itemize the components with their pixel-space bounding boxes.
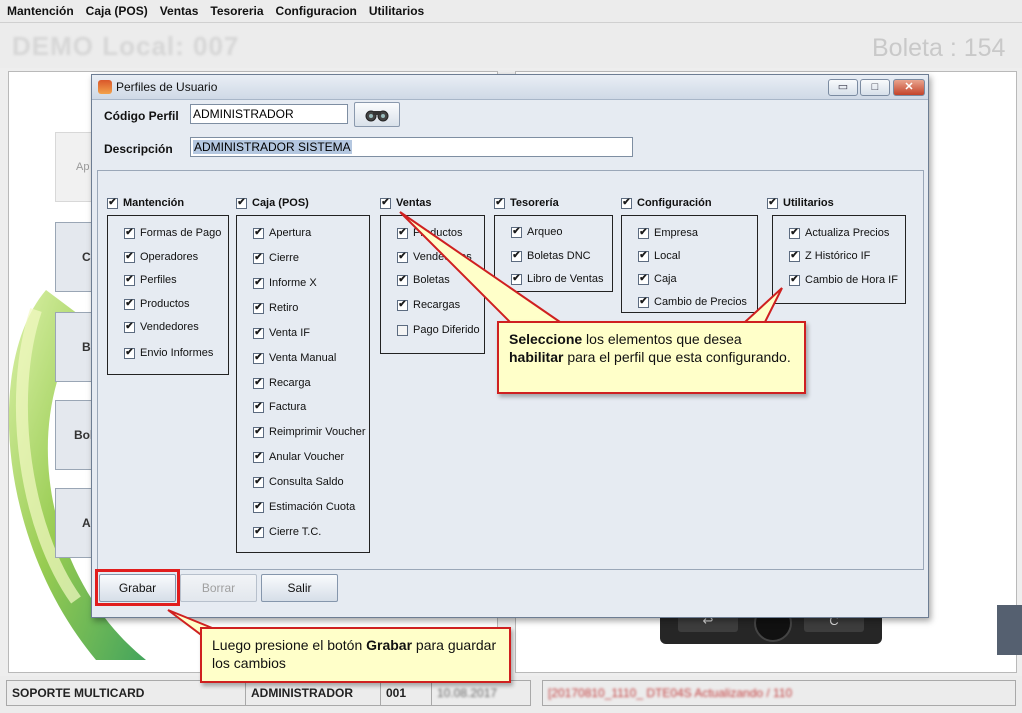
- item-reimprimir-voucher[interactable]: ✔ Reimprimir Voucher: [253, 426, 366, 438]
- codigo-perfil-input[interactable]: ADMINISTRADOR: [190, 104, 348, 124]
- binoculars-icon: [365, 110, 389, 121]
- descripcion-input[interactable]: ADMINISTRADOR SISTEMA: [190, 137, 633, 157]
- main-menubar: Mantención Caja (POS) Ventas Tesoreria C…: [0, 0, 1022, 23]
- item-z-historico-if[interactable]: ✔ Z Histórico IF: [789, 250, 870, 262]
- item-vendedores[interactable]: ✔ Vendedores: [124, 321, 199, 333]
- status-terminal: 001: [380, 680, 432, 706]
- item-pago-diferido[interactable]: Pago Diferido: [397, 324, 480, 336]
- group-tesoreria-box: ✔ Arqueo ✔ Boletas DNC ✔ Libro de Ventas: [494, 215, 613, 292]
- item-consulta-saldo[interactable]: ✔ Consulta Saldo: [253, 476, 344, 488]
- item-estimacion-cuota[interactable]: ✔ Estimación Cuota: [253, 501, 355, 513]
- java-icon: [98, 80, 112, 94]
- group-tesoreria-header[interactable]: ✔ Tesorería: [494, 197, 559, 209]
- dialog-title: Perfiles de Usuario: [116, 80, 218, 94]
- descripcion-value: ADMINISTRADOR SISTEMA: [193, 140, 352, 154]
- item-boletas-dnc[interactable]: ✔ Boletas DNC: [511, 250, 591, 262]
- codigo-perfil-label: Código Perfil: [104, 109, 179, 123]
- item-formas-de-pago[interactable]: ✔ Formas de Pago: [124, 227, 221, 239]
- item-boletas[interactable]: ✔ Boletas: [397, 274, 450, 286]
- group-mantencion-box: ✔ Formas de Pago ✔ Operadores ✔ Perfiles ✔ P…: [107, 215, 229, 375]
- side-button-3[interactable]: Bo: [55, 312, 98, 382]
- item-arqueo[interactable]: ✔ Arqueo: [511, 226, 562, 238]
- group-configuracion-header[interactable]: ✔ Configuración: [621, 197, 712, 209]
- grabar-highlight-frame: [95, 569, 180, 606]
- item-envio-informes[interactable]: ✔ Envio Informes: [124, 347, 213, 359]
- status-message-text: [20170810_1110_ DTE04S Actualizando / 11…: [548, 686, 793, 700]
- item-recargas[interactable]: ✔ Recargas: [397, 299, 460, 311]
- search-profile-button[interactable]: [354, 102, 400, 127]
- local-title: DEMO Local: 007: [12, 31, 240, 61]
- menu-ventas[interactable]: Ventas: [154, 4, 205, 18]
- item-empresa[interactable]: ✔ Empresa: [638, 227, 698, 239]
- group-caja-header[interactable]: ✔ Caja (POS): [236, 197, 309, 209]
- borrar-button[interactable]: Borrar: [180, 574, 257, 602]
- status-date-text: 10.08.2017: [437, 686, 498, 700]
- side-button-5[interactable]: Ac: [55, 488, 97, 558]
- menu-utilitarios[interactable]: Utilitarios: [363, 4, 430, 18]
- dialog-titlebar[interactable]: Perfiles de Usuario ▭ □ ✕: [92, 75, 928, 100]
- item-productos-ventas[interactable]: ✔ Productos: [397, 227, 463, 239]
- item-libro-de-ventas[interactable]: ✔ Libro de Ventas: [511, 273, 603, 285]
- item-retiro[interactable]: ✔ Retiro: [253, 302, 298, 314]
- item-local[interactable]: ✔ Local: [638, 250, 680, 262]
- checkbox-icon[interactable]: ✔: [107, 197, 118, 209]
- group-caja-box: ✔ Apertura ✔ Cierre ✔ Informe X ✔ Retiro ✔ Ve…: [236, 215, 370, 553]
- minimize-button[interactable]: ▭: [828, 79, 858, 96]
- status-date: 10.08.2017: [431, 680, 531, 706]
- group-utilitarios-box: ✔ Actualiza Precios ✔ Z Histórico IF ✔ Camb…: [772, 215, 906, 304]
- salir-button[interactable]: Salir: [261, 574, 338, 602]
- item-actualiza-precios[interactable]: ✔ Actualiza Precios: [789, 227, 889, 239]
- close-button[interactable]: ✕: [893, 79, 925, 96]
- item-cambio-de-precios[interactable]: ✔ Cambio de Precios: [638, 296, 747, 308]
- item-cierre[interactable]: ✔ Cierre: [253, 252, 299, 264]
- item-operadores[interactable]: ✔ Operadores: [124, 251, 198, 263]
- menu-mantencion[interactable]: Mantención: [0, 4, 80, 18]
- menu-caja-pos[interactable]: Caja (POS): [80, 4, 154, 18]
- item-caja[interactable]: ✔ Caja: [638, 273, 677, 285]
- item-venta-if[interactable]: ✔ Venta IF: [253, 327, 310, 339]
- callout-press-grabar: Luego presione el botón Grabar para guar…: [200, 627, 511, 683]
- background-edge-block: [997, 605, 1022, 655]
- codigo-perfil-value: ADMINISTRADOR: [193, 107, 294, 121]
- group-ventas-box: ✔ Productos ✔ Vendedores ✔ Boletas ✔ Recarga…: [380, 215, 485, 354]
- status-company: SOPORTE MULTICARD: [6, 680, 246, 706]
- group-utilitarios-header[interactable]: ✔ Utilitarios: [767, 197, 834, 209]
- group-configuracion-box: ✔ Empresa ✔ Local ✔ Caja ✔ Cambio de Precios: [621, 215, 758, 313]
- side-button-4[interactable]: Bol: [55, 400, 93, 470]
- boleta-number: Boleta : 154: [872, 34, 1006, 62]
- maximize-button[interactable]: □: [860, 79, 890, 96]
- menu-configuracion[interactable]: Configuracion: [270, 4, 363, 18]
- item-productos[interactable]: ✔ Productos: [124, 298, 190, 310]
- item-apertura[interactable]: ✔ Apertura: [253, 227, 311, 239]
- status-message: [20170810_1110_ DTE04S Actualizando / 11…: [542, 680, 1016, 706]
- status-user: ADMINISTRADOR: [245, 680, 381, 706]
- item-perfiles[interactable]: ✔ Perfiles: [124, 274, 177, 286]
- item-recarga[interactable]: ✔ Recarga: [253, 377, 311, 389]
- item-factura[interactable]: ✔ Factura: [253, 401, 306, 413]
- group-ventas-header[interactable]: ✔ Ventas: [380, 197, 431, 209]
- group-mantencion-header[interactable]: ✔ Mantención: [107, 197, 184, 209]
- item-venta-manual[interactable]: ✔ Venta Manual: [253, 352, 336, 364]
- descripcion-label: Descripción: [104, 142, 173, 156]
- item-cierre-tc[interactable]: ✔ Cierre T.C.: [253, 526, 321, 538]
- menu-tesoreria[interactable]: Tesoreria: [204, 4, 269, 18]
- status-bar: SOPORTE MULTICARD ADMINISTRADOR 001 10.0…: [0, 676, 1022, 713]
- side-button-apertura[interactable]: Ap: [55, 132, 93, 202]
- side-button-2[interactable]: C: [55, 222, 93, 292]
- callout-select-elements: Seleccione los elementos que desea habil…: [497, 321, 806, 394]
- item-anular-voucher[interactable]: ✔ Anular Voucher: [253, 451, 344, 463]
- app-header: DEMO Local: 007 Boleta : 154: [0, 23, 1022, 68]
- item-cambio-de-hora-if[interactable]: ✔ Cambio de Hora IF: [789, 274, 898, 286]
- item-vendedores-ventas[interactable]: ✔ Vendedores: [397, 251, 472, 263]
- item-informe-x[interactable]: ✔ Informe X: [253, 277, 317, 289]
